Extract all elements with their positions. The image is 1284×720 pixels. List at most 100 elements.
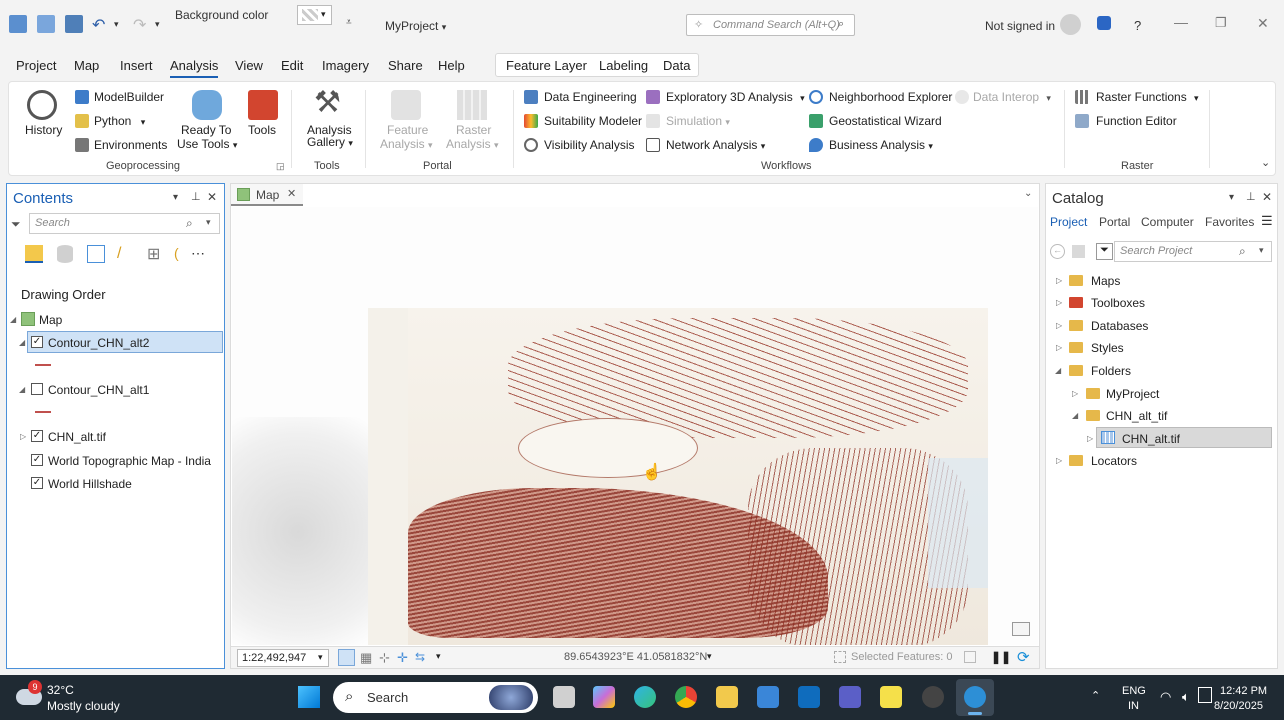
chevron-down-icon[interactable]: ▾ <box>173 192 178 203</box>
list-by-drawing-order-icon[interactable] <box>25 245 43 263</box>
catalog-search-input[interactable]: Search Project ⌕ ▾ <box>1114 241 1272 262</box>
catalog-item-chn-alt-tif[interactable]: CHN_alt.tif <box>1122 432 1180 446</box>
close-icon[interactable]: ✕ <box>287 187 296 200</box>
more-options-icon[interactable]: ⋯ <box>191 245 205 262</box>
pause-drawing-icon[interactable]: ❚❚ <box>991 650 1011 664</box>
tab-insert[interactable]: Insert <box>120 58 153 73</box>
restore-icon[interactable]: ❐ <box>1215 15 1227 31</box>
redo-icon[interactable]: ↷ <box>133 15 146 35</box>
catalog-item-locators[interactable]: Locators <box>1091 454 1137 468</box>
catalog-item-toolboxes[interactable]: Toolboxes <box>1091 296 1145 310</box>
chevron-down-icon[interactable]: ▾ <box>436 651 441 662</box>
clock-date[interactable]: 8/20/2025 <box>1214 700 1263 712</box>
help-icon[interactable]: ? <box>1134 18 1141 33</box>
expand-arrow-icon[interactable]: ◢ <box>1055 366 1061 375</box>
catalog-item-folders[interactable]: Folders <box>1091 364 1131 378</box>
tab-data[interactable]: Data <box>663 58 690 73</box>
layer-world-hillshade[interactable]: World Hillshade <box>48 477 132 491</box>
start-button[interactable] <box>298 686 320 708</box>
close-icon[interactable]: ✕ <box>207 190 217 204</box>
contents-search-input[interactable]: Search ⌕ ▾ <box>29 213 220 234</box>
visibility-analysis-button[interactable]: Visibility Analysis <box>544 138 634 152</box>
list-by-snapping-icon[interactable]: ⊞ <box>147 244 160 264</box>
collapse-arrow-icon[interactable]: ▷ <box>1056 321 1062 330</box>
catalog-tab-computer[interactable]: Computer <box>1141 215 1194 229</box>
wifi-icon[interactable]: ◠ <box>1160 689 1171 705</box>
catalog-item-chn-alt-folder[interactable]: CHN_alt_tif <box>1106 409 1167 423</box>
layer-contour-alt2[interactable]: Contour_CHN_alt2 <box>48 336 149 350</box>
dialog-launcher-icon[interactable]: ◲ <box>276 161 285 172</box>
settings-app-icon[interactable] <box>922 686 944 708</box>
grid-icon[interactable]: ▦ <box>360 650 372 666</box>
taskbar-search[interactable]: ⌕ Search <box>333 682 538 713</box>
minimize-icon[interactable]: — <box>1174 14 1188 30</box>
hamburger-menu-icon[interactable]: ☰ <box>1261 213 1273 229</box>
analysis-gallery-button[interactable]: ⚒ Analysis Gallery ▾ <box>303 88 355 152</box>
modelbuilder-button[interactable]: ModelBuilder <box>94 90 164 104</box>
environments-button[interactable]: Environments <box>94 138 167 152</box>
layer-checkbox[interactable]: ✓ <box>31 430 43 442</box>
line-symbol-icon[interactable] <box>35 411 51 413</box>
new-project-icon[interactable] <box>9 15 27 33</box>
layer-checkbox[interactable]: ✓ <box>31 454 43 466</box>
open-project-icon[interactable] <box>37 15 55 33</box>
constraints-icon[interactable]: ✛ <box>397 650 408 666</box>
catalog-tab-portal[interactable]: Portal <box>1099 215 1130 229</box>
background-color-picker[interactable]: ▾ <box>297 5 332 25</box>
tab-feature-layer[interactable]: Feature Layer <box>506 58 587 73</box>
snapping-icon[interactable]: ⊹ <box>379 650 390 666</box>
collapse-arrow-icon[interactable]: ▷ <box>1056 298 1062 307</box>
python-button[interactable]: Python ▾ <box>94 114 145 128</box>
chevron-down-icon[interactable]: ▾ <box>707 651 712 662</box>
task-view-icon[interactable] <box>553 686 575 708</box>
fixed-zoom-icon[interactable] <box>338 649 355 666</box>
tab-project[interactable]: Project <box>16 58 56 73</box>
list-by-source-icon[interactable] <box>57 245 73 263</box>
clear-selection-icon[interactable] <box>964 651 976 663</box>
expand-arrow-icon[interactable]: ◢ <box>19 385 25 394</box>
tab-map[interactable]: Map <box>74 58 99 73</box>
tools-button[interactable]: Tools <box>245 88 281 140</box>
volume-icon[interactable]: 🔈︎ <box>1182 689 1190 705</box>
tab-labeling[interactable]: Labeling <box>599 58 648 73</box>
tab-analysis[interactable]: Analysis <box>170 58 219 78</box>
catalog-item-myproject[interactable]: MyProject <box>1106 387 1159 401</box>
exploratory-3d-button[interactable]: Exploratory 3D Analysis ▾ <box>666 90 805 104</box>
outlook-icon[interactable] <box>798 686 820 708</box>
customize-toolbar-icon[interactable]: ⩡ <box>346 17 352 28</box>
avatar[interactable] <box>1060 14 1081 35</box>
signin-label[interactable]: Not signed in <box>985 19 1055 33</box>
collapse-arrow-icon[interactable]: ▷ <box>1072 389 1078 398</box>
map-canvas[interactable]: ☝ <box>232 207 1038 645</box>
notifications-icon[interactable] <box>1097 16 1111 30</box>
collapse-arrow-icon[interactable]: ▷ <box>20 432 26 441</box>
layer-checkbox[interactable] <box>31 383 43 395</box>
catalog-tab-favorites[interactable]: Favorites <box>1205 215 1254 229</box>
language-line-1[interactable]: ENG <box>1122 685 1146 697</box>
chrome-icon[interactable] <box>675 686 697 708</box>
catalog-item-maps[interactable]: Maps <box>1091 274 1120 288</box>
undo-icon[interactable]: ↶ <box>92 15 105 35</box>
redo-dropdown-icon[interactable]: ▾ <box>155 19 160 30</box>
expand-arrow-icon[interactable]: ◢ <box>19 338 25 347</box>
layer-chn-alt-tif[interactable]: CHN_alt.tif <box>48 430 106 444</box>
tab-help[interactable]: Help <box>438 58 465 73</box>
layer-world-topographic[interactable]: World Topographic Map - India <box>48 454 211 468</box>
close-icon[interactable]: ✕ <box>1262 190 1272 204</box>
filter-icon[interactable]: ⏷ <box>11 217 21 232</box>
pin-icon[interactable]: ⊥ <box>191 190 201 203</box>
teams-icon[interactable] <box>839 686 861 708</box>
collapse-arrow-icon[interactable]: ▷ <box>1056 343 1062 352</box>
layer-checkbox[interactable]: ✓ <box>31 477 43 489</box>
active-app-highlight[interactable] <box>956 679 994 716</box>
raster-functions-button[interactable]: Raster Functions ▾ <box>1096 90 1199 104</box>
battery-icon[interactable] <box>1198 687 1212 703</box>
layer-checkbox[interactable]: ✓ <box>31 336 43 348</box>
collapse-arrow-icon[interactable]: ▷ <box>1056 456 1062 465</box>
home-icon[interactable] <box>1072 245 1085 258</box>
catalog-tab-project[interactable]: Project <box>1050 215 1087 229</box>
collapse-arrow-icon[interactable]: ▷ <box>1087 434 1093 443</box>
tab-view[interactable]: View <box>235 58 263 73</box>
layer-map[interactable]: Map <box>39 313 62 327</box>
suitability-modeler-button[interactable]: Suitability Modeler <box>544 114 642 128</box>
